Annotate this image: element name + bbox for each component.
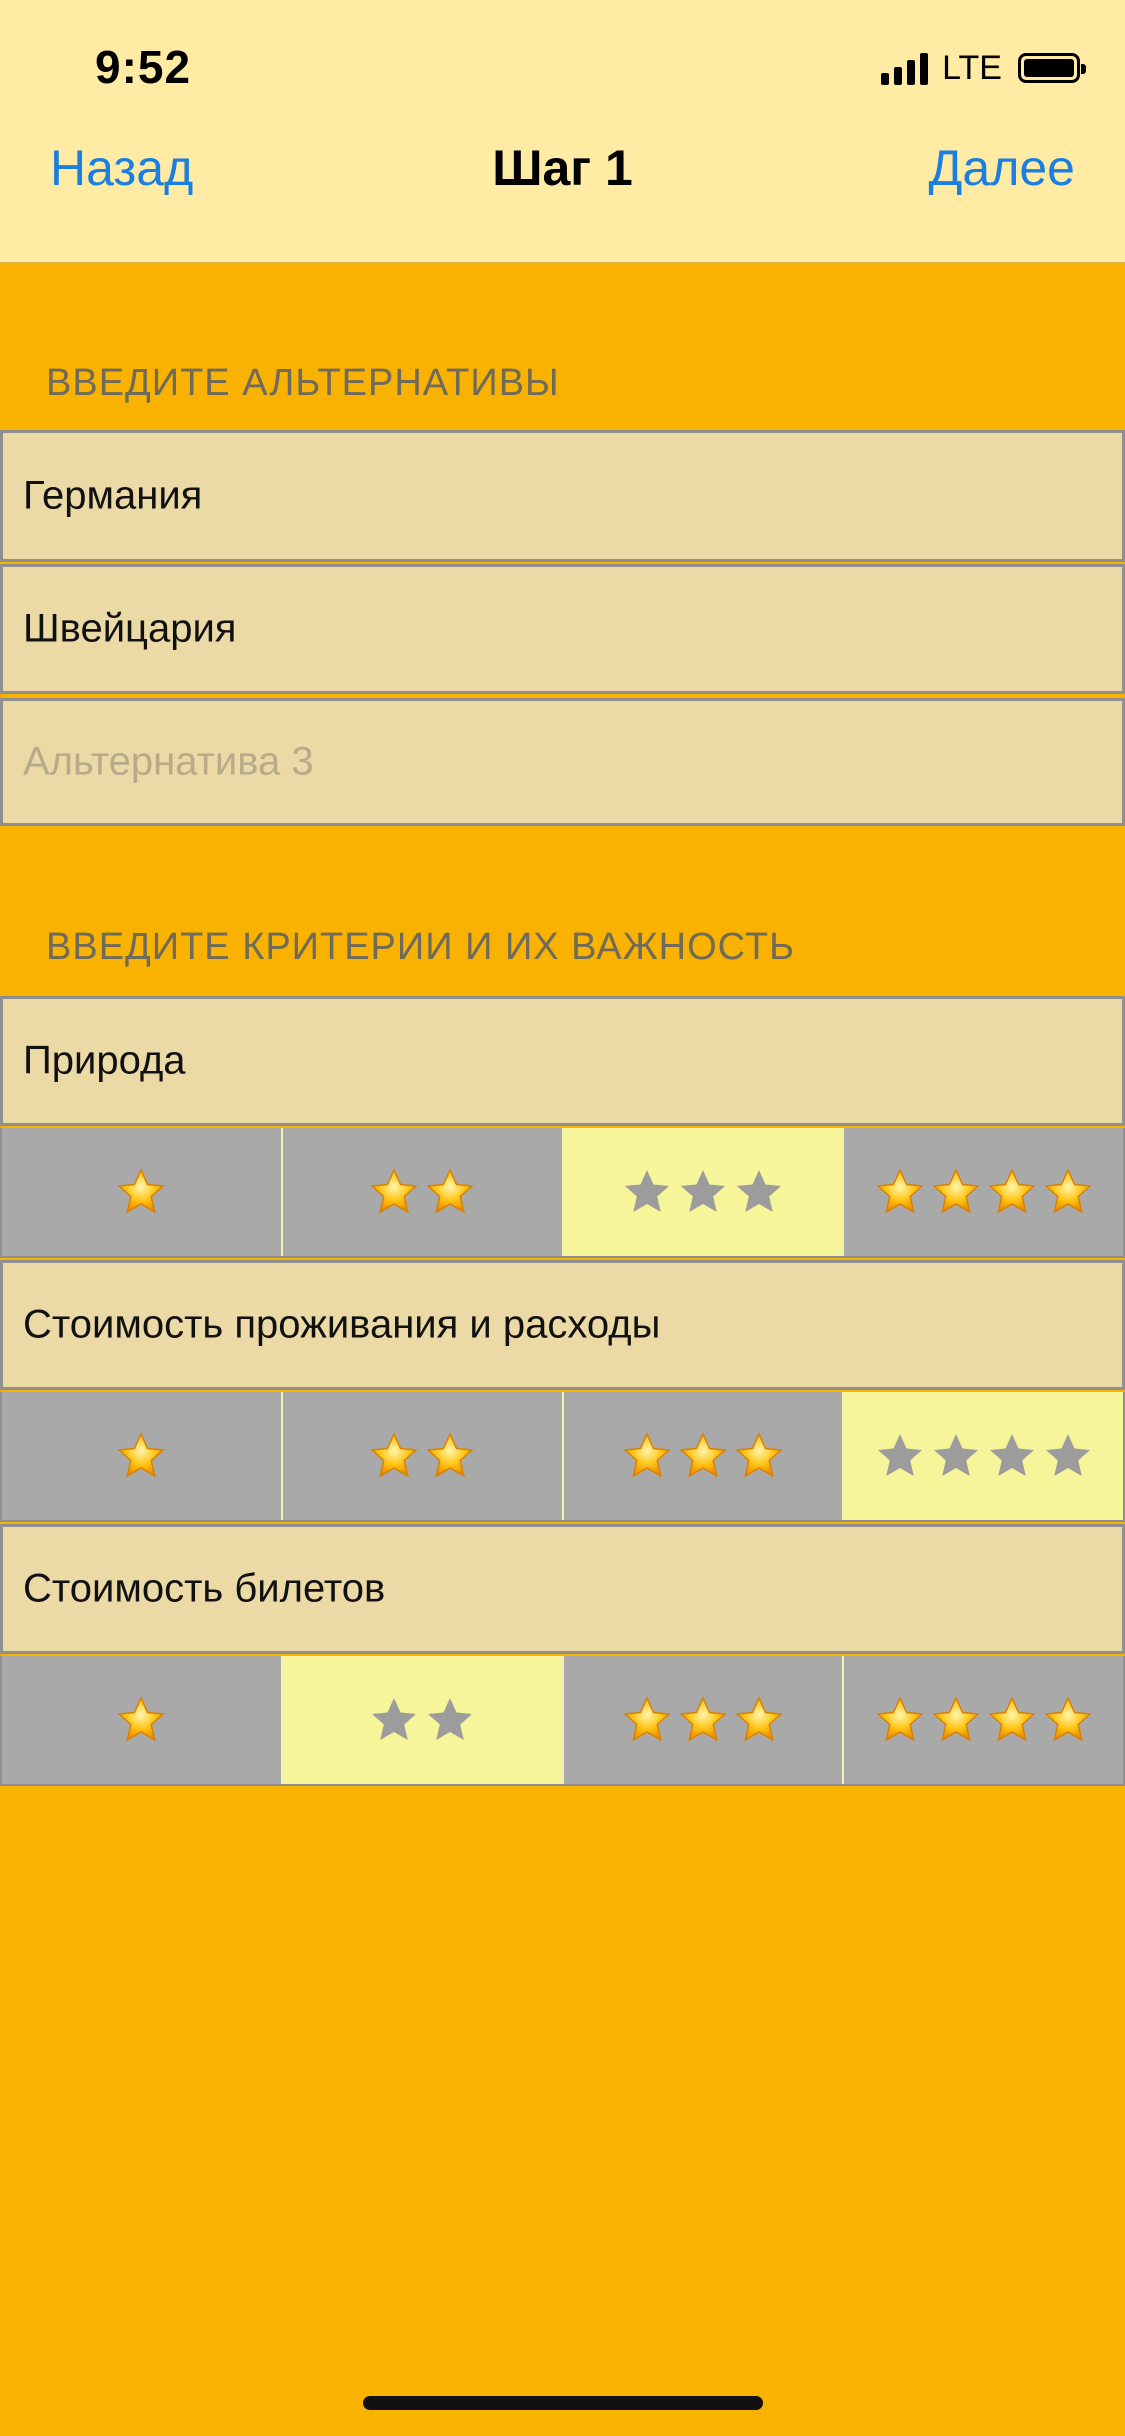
star-icon: [1045, 1434, 1090, 1476]
star-group: [369, 1695, 475, 1745]
importance-option-3-stars[interactable]: [563, 1656, 845, 1784]
star-icon: [736, 1170, 781, 1212]
star-icon: [875, 1168, 924, 1214]
importance-option-3-stars[interactable]: [563, 1392, 845, 1520]
importance-option-3-stars[interactable]: [563, 1128, 845, 1256]
importance-option-2-stars[interactable]: [282, 1656, 564, 1784]
criterion-name: Природа: [23, 1038, 186, 1083]
importance-option-1-stars[interactable]: [2, 1656, 283, 1784]
star-icon: [623, 1432, 671, 1478]
star-icon: [931, 1696, 980, 1742]
alternative-field-1[interactable]: Германия: [0, 430, 1125, 562]
star-icon: [426, 1432, 474, 1478]
importance-option-2-stars[interactable]: [282, 1392, 564, 1520]
star-icon: [426, 1168, 474, 1214]
battery-icon: [1018, 53, 1086, 83]
importance-option-1-stars[interactable]: [2, 1128, 283, 1256]
criteria-section-header: ВВЕДИТЕ КРИТЕРИИ И ИХ ВАЖНОСТЬ: [46, 926, 796, 968]
star-group: [116, 1167, 166, 1217]
alternative-value: Германия: [23, 473, 203, 518]
star-group: [875, 1167, 1093, 1217]
importance-option-2-stars[interactable]: [282, 1128, 564, 1256]
criterion-name: Стоимость билетов: [23, 1566, 386, 1611]
star-group: [622, 1695, 784, 1745]
criterion-field-3[interactable]: Стоимость билетов: [0, 1524, 1125, 1654]
network-label: LTE: [942, 48, 1002, 87]
importance-option-1-stars[interactable]: [2, 1392, 283, 1520]
alternative-field-2[interactable]: Швейцария: [0, 564, 1125, 694]
star-icon: [877, 1434, 922, 1476]
star-group: [369, 1167, 475, 1217]
star-icon: [372, 1698, 417, 1740]
criterion-name: Стоимость проживания и расходы: [23, 1302, 661, 1347]
importance-option-4-stars[interactable]: [844, 1128, 1123, 1256]
importance-segmented-control: [0, 1128, 1125, 1258]
star-group: [369, 1431, 475, 1481]
back-button[interactable]: Назад: [50, 139, 193, 197]
importance-segmented-control: [0, 1656, 1125, 1786]
star-icon: [875, 1696, 924, 1742]
star-icon: [117, 1432, 166, 1478]
star-group: [622, 1167, 784, 1217]
importance-option-4-stars[interactable]: [844, 1392, 1123, 1520]
star-icon: [735, 1696, 783, 1742]
star-icon: [931, 1168, 980, 1214]
star-group: [116, 1431, 166, 1481]
star-icon: [623, 1696, 671, 1742]
star-icon: [370, 1168, 418, 1214]
next-button[interactable]: Далее: [929, 139, 1075, 197]
star-icon: [989, 1434, 1034, 1476]
importance-option-4-stars[interactable]: [844, 1656, 1123, 1784]
navigation-bar: 9:52 LTE Шаг 1 Назад Далее: [0, 0, 1125, 264]
star-group: [875, 1431, 1093, 1481]
cellular-signal-icon: [881, 51, 929, 85]
criterion-field-1[interactable]: Природа: [0, 996, 1125, 1126]
home-indicator[interactable]: [363, 2396, 763, 2410]
importance-segmented-control: [0, 1392, 1125, 1522]
star-icon: [428, 1698, 473, 1740]
star-icon: [117, 1696, 166, 1742]
status-time: 9:52: [95, 41, 192, 93]
star-icon: [987, 1168, 1036, 1214]
star-icon: [370, 1432, 418, 1478]
star-icon: [933, 1434, 978, 1476]
alternative-value: Швейцария: [23, 606, 237, 651]
star-icon: [679, 1696, 727, 1742]
star-icon: [1043, 1168, 1092, 1214]
status-indicators: LTE: [881, 48, 1086, 88]
star-icon: [679, 1432, 727, 1478]
star-group: [622, 1431, 784, 1481]
alternatives-section-header: ВВЕДИТЕ АЛЬТЕРНАТИВЫ: [46, 362, 560, 404]
star-icon: [117, 1168, 166, 1214]
star-icon: [735, 1432, 783, 1478]
alternative-placeholder: Альтернатива 3: [23, 739, 314, 784]
star-icon: [1043, 1696, 1092, 1742]
star-icon: [680, 1170, 725, 1212]
alternative-field-3[interactable]: Альтернатива 3: [0, 698, 1125, 826]
star-icon: [624, 1170, 669, 1212]
star-group: [116, 1695, 166, 1745]
star-icon: [987, 1696, 1036, 1742]
criterion-field-2[interactable]: Стоимость проживания и расходы: [0, 1260, 1125, 1390]
star-group: [875, 1695, 1093, 1745]
